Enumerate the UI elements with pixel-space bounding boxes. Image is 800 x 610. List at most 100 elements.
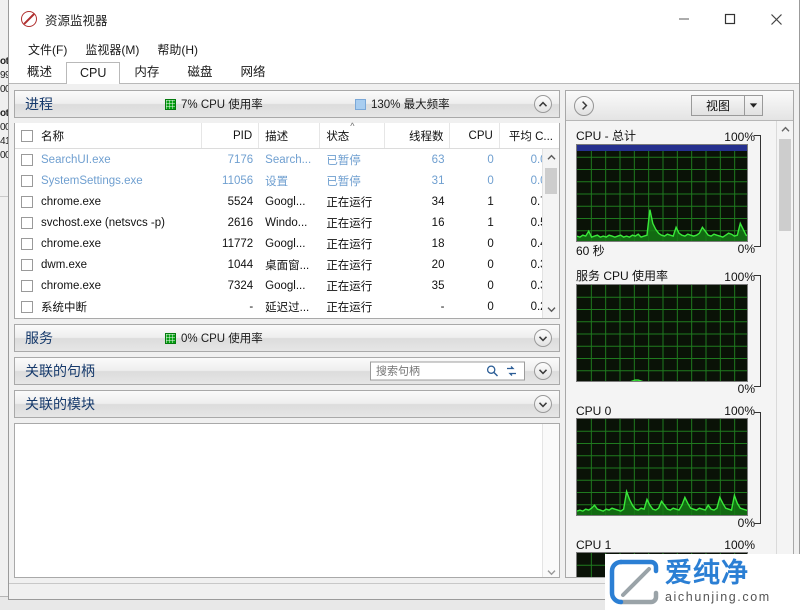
modules-expand-button[interactable] [534, 395, 552, 413]
left-pane-scrollbar[interactable] [542, 424, 559, 577]
tab-strip: 概述 CPU 内存 磁盘 网络 [9, 60, 799, 84]
column-header-name[interactable]: 名称 [15, 123, 202, 148]
processes-scrollbar-thumb[interactable] [545, 168, 557, 194]
processes-max-frequency: 130% 最大频率 [355, 96, 450, 112]
scroll-up-icon[interactable] [543, 149, 559, 166]
column-header-description[interactable]: 描述 [259, 123, 321, 148]
table-row[interactable]: chrome.exe5524Googl...正在运行3410.75 [15, 191, 559, 212]
minimize-button[interactable] [661, 0, 707, 38]
column-header-threads[interactable]: 线程数 [385, 123, 451, 148]
cell-name: chrome.exe [15, 275, 202, 296]
graph-y-min-label: 0% [737, 516, 755, 530]
cell-name: svchost.exe (netsvcs -p) [15, 212, 202, 233]
row-checkbox[interactable] [21, 153, 33, 166]
cell-status-text: 正在运行 [326, 280, 373, 293]
handle-search-input[interactable] [371, 364, 483, 378]
cell-status: 已暂停 [320, 149, 385, 170]
cpu-usage-swatch [165, 98, 176, 110]
graph-header: CPU 1 100% [576, 538, 769, 552]
row-checkbox[interactable] [21, 216, 33, 229]
cell-pid-text: - [249, 300, 254, 313]
graph-axis-bracket [754, 275, 761, 387]
cell-name-text: SystemSettings.exe [41, 174, 143, 187]
left-pane-empty-area [14, 423, 560, 578]
refresh-icon[interactable] [502, 365, 521, 378]
modules-section-header[interactable]: 关联的模块 [14, 390, 560, 418]
cell-description-text: 延迟过... [265, 301, 310, 314]
sort-ascending-icon: ^ [350, 121, 355, 131]
cell-threads-text: 18 [431, 237, 445, 250]
table-row[interactable]: SearchUI.exe7176Search...已暂停6300.00 [15, 149, 559, 170]
cell-description-text: Googl... [265, 279, 306, 292]
table-row[interactable]: chrome.exe11772Googl...正在运行1800.42 [15, 233, 559, 254]
tab-network[interactable]: 网络 [226, 57, 279, 84]
row-checkbox[interactable] [21, 258, 33, 271]
table-row[interactable]: 系统中断-延迟过...正在运行-00.26 [15, 296, 559, 317]
services-cpu-label: 0% CPU 使用率 [181, 333, 263, 345]
view-dropdown-button[interactable]: 视图 [690, 95, 763, 116]
row-checkbox[interactable] [21, 174, 33, 187]
cell-threads-text: - [440, 300, 445, 313]
scroll-down-icon[interactable] [543, 301, 559, 318]
cell-cpu-text: 1 [487, 216, 494, 229]
chevron-down-icon[interactable] [744, 96, 762, 115]
close-button[interactable] [753, 0, 799, 38]
services-expand-button[interactable] [534, 329, 552, 347]
tab-overview[interactable]: 概述 [13, 57, 66, 84]
scroll-down-icon[interactable] [543, 569, 559, 576]
cell-pid-text: 11056 [222, 174, 254, 187]
cell-threads-text: 20 [431, 258, 445, 271]
column-header-pid[interactable]: PID [202, 123, 260, 148]
column-header-cpu[interactable]: CPU [450, 123, 500, 148]
cell-status: 正在运行 [320, 233, 385, 254]
select-all-checkbox[interactable] [21, 129, 33, 142]
cell-cpu: 0 [450, 254, 499, 275]
cell-pid-text: 11772 [222, 237, 254, 250]
graphs-scroll-area: CPU - 总计 100% 60 秒 0% 服务 CPU 使用率 100% 0% CPU 0 1… [566, 121, 793, 577]
cell-name: chrome.exe [15, 191, 202, 212]
title-bar[interactable]: 资源监视器 [9, 0, 799, 38]
tab-cpu[interactable]: CPU [66, 62, 121, 84]
services-cpu-swatch [165, 332, 176, 344]
cell-pid-text: 7176 [227, 153, 254, 166]
column-header-status[interactable]: ^ 状态 [320, 121, 386, 148]
row-checkbox[interactable] [21, 300, 33, 313]
right-pane-scrollbar[interactable] [776, 121, 793, 577]
cell-threads-text: 34 [431, 195, 445, 208]
cell-cpu-text: 0 [487, 258, 494, 271]
cell-name: 系统中断 [15, 296, 202, 317]
cpu-graph-block: CPU - 总计 100% 60 秒 0% [576, 127, 769, 259]
row-checkbox[interactable] [21, 195, 33, 208]
handles-expand-button[interactable] [534, 362, 552, 380]
services-section-header[interactable]: 服务 0% CPU 使用率 [14, 324, 560, 352]
cell-name: dwm.exe [15, 254, 202, 275]
cell-cpu: 1 [450, 191, 499, 212]
graph-y-max-label: 100% [724, 538, 755, 552]
table-row[interactable]: dwm.exe1044桌面窗...正在运行2000.35 [15, 254, 559, 275]
right-pane-collapse-button[interactable] [574, 95, 594, 116]
table-row[interactable]: chrome.exe7324Googl...正在运行3500.35 [15, 275, 559, 296]
maximize-button[interactable] [707, 0, 753, 38]
handle-search-box[interactable] [370, 361, 525, 381]
processes-section-header[interactable]: 进程 7% CPU 使用率 130% 最大频率 [14, 90, 560, 118]
table-row[interactable]: svchost.exe (netsvcs -p) 2616 Windo... 正在运行… [15, 212, 559, 233]
search-icon[interactable] [483, 365, 502, 378]
window-title: 资源监视器 [45, 13, 108, 28]
column-header-average-cpu[interactable]: 平均 C... [500, 123, 559, 148]
processes-collapse-button[interactable] [534, 95, 552, 113]
cell-description-text: 设置 [265, 175, 289, 188]
tab-disk[interactable]: 磁盘 [173, 57, 226, 84]
cell-description: Googl... [259, 191, 320, 212]
table-row[interactable]: SystemSettings.exe11056设置已暂停3100.00 [15, 170, 559, 191]
tab-memory[interactable]: 内存 [120, 57, 173, 84]
row-checkbox[interactable] [21, 279, 33, 292]
right-scrollbar-thumb[interactable] [779, 139, 791, 231]
cell-status-text: 正在运行 [326, 238, 373, 251]
handles-section-header[interactable]: 关联的句柄 [14, 357, 560, 385]
left-pane: 进程 7% CPU 使用率 130% 最大频率 名称 PID 描述 ^ 状态 线… [14, 90, 560, 578]
right-scroll-up-icon[interactable] [777, 121, 793, 137]
row-checkbox[interactable] [21, 237, 33, 250]
processes-scrollbar[interactable] [542, 149, 559, 318]
watermark-cn: 爱纯净 [665, 558, 749, 588]
graph-y-min-label: 0% [737, 382, 755, 396]
